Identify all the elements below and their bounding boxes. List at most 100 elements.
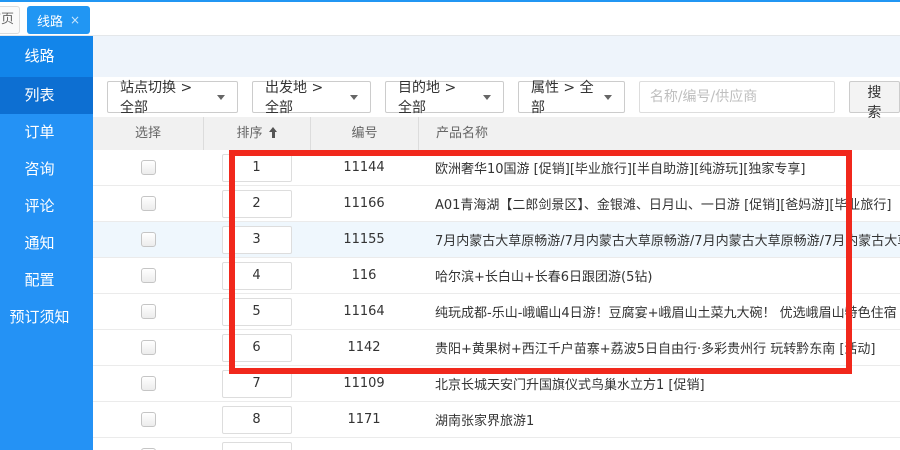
row-checkbox[interactable] bbox=[141, 412, 156, 427]
sort-order-input[interactable] bbox=[222, 298, 292, 326]
select-cell bbox=[93, 268, 203, 283]
sort-order-input[interactable] bbox=[222, 406, 292, 434]
search-button[interactable]: 搜索 bbox=[849, 81, 900, 113]
select-cell bbox=[93, 160, 203, 175]
row-checkbox[interactable] bbox=[141, 268, 156, 283]
sidebar-item[interactable]: 预订须知 bbox=[0, 299, 93, 336]
sort-cell bbox=[203, 406, 310, 434]
sort-cell bbox=[203, 262, 310, 290]
sidebar-item-label: 预订须知 bbox=[9, 308, 69, 326]
tab-home[interactable]: 首页 bbox=[0, 6, 20, 34]
caret-down-icon bbox=[350, 95, 358, 100]
product-name: A01青海湖【二郎剑景区】、金银滩、日月山、一日游 [促销][爸妈游][毕业旅行… bbox=[418, 194, 900, 213]
select-cell bbox=[93, 376, 203, 391]
filter-dropdown[interactable]: 站点切换 > 全部 bbox=[107, 81, 238, 113]
tab-bar: 首页 线路 × bbox=[0, 0, 900, 36]
table-body: 11144 欧洲奢华10国游 [促销][毕业旅行][半自助游][纯游玩][独家专… bbox=[93, 150, 900, 450]
caret-down-icon bbox=[483, 95, 491, 100]
sidebar-item-label: 通知 bbox=[24, 234, 54, 252]
row-checkbox[interactable] bbox=[141, 196, 156, 211]
tab-lines-label: 线路 bbox=[37, 11, 63, 30]
product-id: 11164 bbox=[310, 304, 418, 319]
tab-lines-active[interactable]: 线路 × bbox=[27, 6, 90, 34]
table-row: 11144 欧洲奢华10国游 [促销][毕业旅行][半自助游][纯游玩][独家专… bbox=[93, 150, 900, 186]
sidebar-item[interactable]: 评论 bbox=[0, 188, 93, 225]
product-name: 欧洲奢华10国游 [促销][毕业旅行][半自助游][纯游玩][独家专享] bbox=[418, 158, 900, 177]
sort-order-input[interactable] bbox=[222, 154, 292, 182]
sidebar-item-label: 列表 bbox=[24, 86, 54, 104]
table-row: 116 哈尔滨+长白山+长春6日跟团游(5钻) bbox=[93, 258, 900, 294]
table-row: 1142 贵阳+黄果树+西江千户苗寨+荔波5日自由行·多彩贵州行 玩转黔东南 [… bbox=[93, 330, 900, 366]
filter-bar: 站点切换 > 全部 出发地 > 全部 目的地 > 全部 属性 > 全部 bbox=[93, 77, 900, 117]
table-row: 11164 纯玩成都-乐山-峨嵋山4日游！豆腐宴+峨眉山土菜九大碗！ 优选峨眉山… bbox=[93, 294, 900, 330]
product-id: 116 bbox=[310, 268, 418, 283]
caret-down-icon bbox=[604, 95, 612, 100]
table-row: 11166 A01青海湖【二郎剑景区】、金银滩、日月山、一日游 [促销][爸妈游… bbox=[93, 186, 900, 222]
sort-order-input[interactable] bbox=[222, 442, 292, 450]
filter-dropdown[interactable]: 属性 > 全部 bbox=[518, 81, 625, 113]
select-cell bbox=[93, 304, 203, 319]
sidebar-item[interactable]: 订单 bbox=[0, 114, 93, 151]
filter-dropdown-label: 目的地 > 全部 bbox=[398, 77, 474, 117]
header-sort-label: 排序 bbox=[236, 126, 262, 141]
header-sort[interactable]: 排序 bbox=[203, 117, 310, 150]
select-cell bbox=[93, 196, 203, 211]
product-name: 7月内蒙古大草原畅游/7月内蒙古大草原畅游/7月内蒙古大草原畅游/7月内蒙古大草… bbox=[418, 230, 900, 249]
sort-order-input[interactable] bbox=[222, 262, 292, 290]
sort-cell bbox=[203, 154, 310, 182]
sidebar-item[interactable]: 通知 bbox=[0, 225, 93, 262]
sidebar-item-label: 评论 bbox=[24, 197, 54, 215]
sort-cell bbox=[203, 226, 310, 254]
sort-order-input[interactable] bbox=[222, 226, 292, 254]
row-checkbox[interactable] bbox=[141, 304, 156, 319]
close-icon[interactable]: × bbox=[70, 14, 80, 26]
product-id: 11144 bbox=[310, 160, 418, 175]
filter-dropdown-label: 出发地 > 全部 bbox=[265, 77, 341, 117]
header-product-name: 产品名称 bbox=[418, 117, 900, 150]
sidebar-item-label: 线路 bbox=[24, 47, 54, 65]
filter-dropdown-group: 站点切换 > 全部 出发地 > 全部 目的地 > 全部 属性 > 全部 bbox=[107, 81, 625, 113]
header-id: 编号 bbox=[310, 117, 418, 150]
sidebar-item[interactable]: 列表 bbox=[0, 77, 93, 114]
main-content: 站点切换 > 全部 出发地 > 全部 目的地 > 全部 属性 > 全部 bbox=[93, 36, 900, 450]
table-row bbox=[93, 438, 900, 450]
product-name: 北京长城天安门升国旗仪式鸟巢水立方1 [促销] bbox=[418, 374, 900, 393]
filter-dropdown[interactable]: 出发地 > 全部 bbox=[252, 81, 371, 113]
table-header: 选择 排序 编号 产品名称 bbox=[93, 117, 900, 150]
sort-cell bbox=[203, 334, 310, 362]
table-row: 11155 7月内蒙古大草原畅游/7月内蒙古大草原畅游/7月内蒙古大草原畅游/7… bbox=[93, 222, 900, 258]
sidebar-item[interactable]: 线路 bbox=[0, 36, 93, 77]
row-checkbox[interactable] bbox=[141, 232, 156, 247]
product-name: 纯玩成都-乐山-峨嵋山4日游！豆腐宴+峨眉山土菜九大碗！ 优选峨眉山特色住宿 1… bbox=[418, 302, 900, 321]
search-input[interactable] bbox=[639, 81, 835, 113]
sort-order-input[interactable] bbox=[222, 370, 292, 398]
sort-up-icon bbox=[269, 127, 278, 138]
product-name: 湖南张家界旅游1 bbox=[418, 410, 900, 429]
row-checkbox[interactable] bbox=[141, 376, 156, 391]
sidebar: 线路 列表 订单 咨询 评论 通知 配置 预订须知 bbox=[0, 36, 93, 450]
product-id: 1171 bbox=[310, 412, 418, 427]
header-select: 选择 bbox=[93, 117, 203, 150]
sidebar-item-label: 订单 bbox=[24, 123, 54, 141]
select-cell bbox=[93, 340, 203, 355]
filter-dropdown[interactable]: 目的地 > 全部 bbox=[385, 81, 504, 113]
sort-cell bbox=[203, 442, 310, 450]
select-cell bbox=[93, 412, 203, 427]
sidebar-item-label: 配置 bbox=[24, 271, 54, 289]
row-checkbox[interactable] bbox=[141, 340, 156, 355]
product-id: 11166 bbox=[310, 196, 418, 211]
sort-order-input[interactable] bbox=[222, 334, 292, 362]
product-id: 11109 bbox=[310, 376, 418, 391]
sort-order-input[interactable] bbox=[222, 190, 292, 218]
product-id: 11155 bbox=[310, 232, 418, 247]
sidebar-item-label: 咨询 bbox=[24, 160, 54, 178]
caret-down-icon bbox=[217, 95, 225, 100]
row-checkbox[interactable] bbox=[141, 160, 156, 175]
table-row: 11109 北京长城天安门升国旗仪式鸟巢水立方1 [促销] bbox=[93, 366, 900, 402]
breadcrumb-band bbox=[93, 36, 900, 77]
product-name: 贵阳+黄果树+西江千户苗寨+荔波5日自由行·多彩贵州行 玩转黔东南 [活动] bbox=[418, 338, 900, 357]
sidebar-item[interactable]: 咨询 bbox=[0, 151, 93, 188]
product-id: 1142 bbox=[310, 340, 418, 355]
sidebar-item[interactable]: 配置 bbox=[0, 262, 93, 299]
sort-cell bbox=[203, 298, 310, 326]
